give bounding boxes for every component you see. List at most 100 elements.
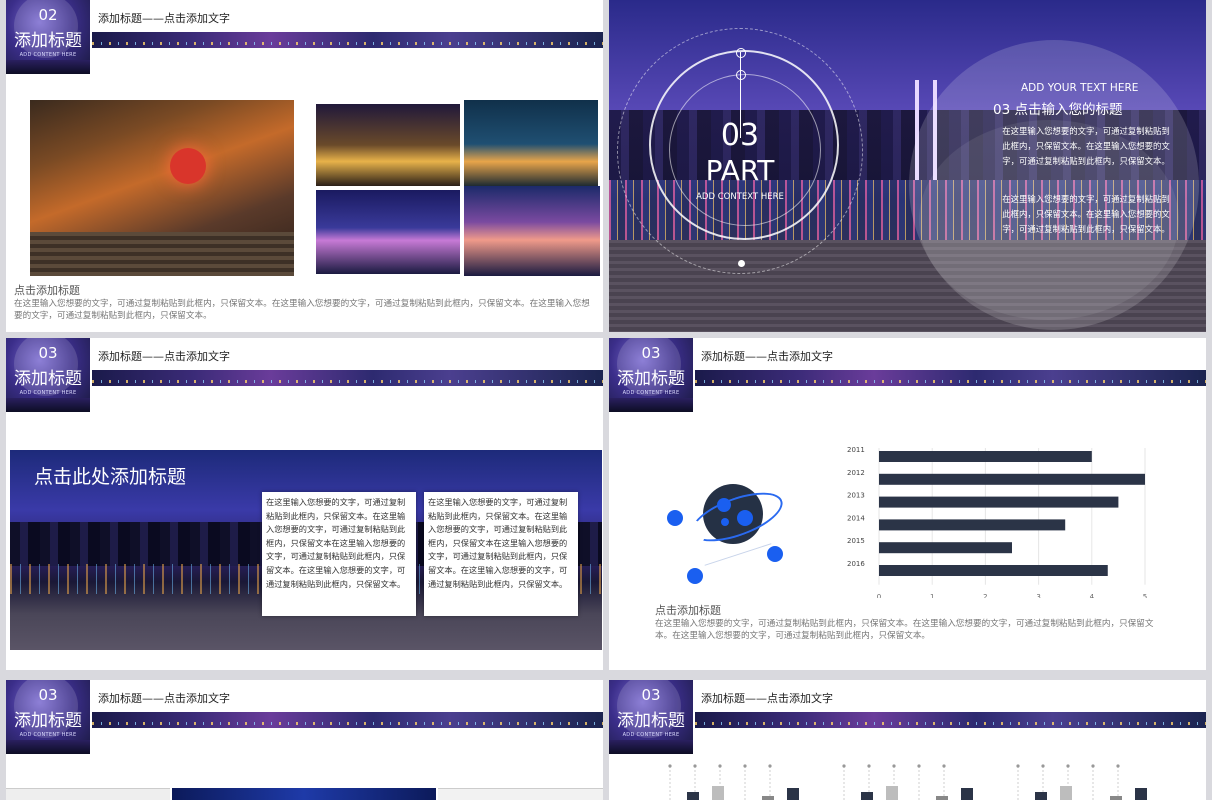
y-tick-label: 2012 (847, 469, 865, 477)
panel-right (438, 788, 603, 800)
satellite-dot (767, 546, 783, 562)
badge-number: 03 (641, 344, 661, 362)
guide-dot (1116, 764, 1120, 768)
slide-thumbnail-2[interactable]: 03 PART ADD CONTEXT HERE ADD YOUR TEXT H… (609, 0, 1206, 332)
caption-title: 点击添加标题 (14, 284, 80, 297)
satellite-dot (667, 510, 683, 526)
slide-thumbnail-6[interactable]: 03 添加标题 ADD CONTENT HERE 添加标题——点击添加文字 (609, 680, 1206, 800)
column (936, 796, 948, 800)
column (712, 786, 724, 800)
photo-tile-2 (464, 100, 598, 188)
column (1135, 788, 1147, 800)
slide-thumbnail-5[interactable]: 03 添加标题 ADD CONTENT HERE 添加标题——点击添加文字 (6, 680, 603, 800)
header-title: 添加标题——点击添加文字 (98, 350, 230, 363)
badge-number: 03 (641, 686, 661, 704)
add-text-label: ADD YOUR TEXT HERE (1021, 82, 1139, 94)
badge-city-image (6, 398, 90, 412)
header-title: 添加标题——点击添加文字 (701, 692, 833, 705)
badge-subtitle: ADD CONTENT HERE (622, 732, 680, 738)
badge-title: 添加标题 (14, 31, 82, 51)
connector-line (704, 543, 772, 566)
section-badge: 03 添加标题 ADD CONTENT HERE (609, 680, 693, 754)
planet-spot (737, 510, 753, 526)
text-card: 在这里输入您想要的文字，可通过复制粘贴到此框内，只保留文本。在这里输入您想要的文… (424, 492, 578, 616)
badge-city-image (609, 740, 693, 754)
guide-dot (867, 764, 871, 768)
slide-heading: 点击此处添加标题 (34, 466, 187, 488)
guide-dot (1091, 764, 1095, 768)
column (762, 796, 774, 800)
column (961, 788, 973, 800)
header-title: 添加标题——点击添加文字 (98, 692, 230, 705)
column (787, 788, 799, 800)
section-badge: 03 添加标题 ADD CONTENT HERE (6, 680, 90, 754)
bar (879, 473, 1145, 485)
x-tick-label: 2 (983, 593, 987, 598)
part-context: ADD CONTEXT HERE (696, 192, 784, 202)
photo-tile-4 (464, 186, 600, 276)
main-photo (30, 100, 294, 276)
bar (879, 451, 1092, 462)
column (886, 786, 898, 800)
y-tick-label: 2015 (847, 537, 865, 545)
y-tick-label: 2013 (847, 492, 865, 500)
guide-dot (842, 764, 846, 768)
satellite-dot (687, 568, 703, 584)
y-tick-label: 2011 (847, 446, 865, 454)
ring-dot (736, 70, 746, 80)
guide-dot (768, 764, 772, 768)
section-badge: 03 添加标题 ADD CONTENT HERE (6, 338, 90, 412)
badge-city-image (609, 398, 693, 412)
x-tick-label: 4 (1090, 593, 1095, 598)
header-title: 添加标题——点击添加文字 (701, 350, 833, 363)
guide-dot (892, 764, 896, 768)
red-lantern (170, 148, 206, 184)
header-city-strip (695, 712, 1206, 728)
planet-spot (721, 518, 729, 526)
guide-dot (668, 764, 672, 768)
x-tick-label: 3 (1036, 593, 1040, 598)
guide-dot (942, 764, 946, 768)
header-city-strip (92, 370, 603, 386)
bar-chart: 0 1 2 3 4 5 2011 2012 2013 2014 2015 2016 (847, 446, 1147, 598)
slide-thumbnail-3[interactable]: 03 添加标题 ADD CONTENT HERE 添加标题——点击添加文字 点击… (6, 338, 603, 670)
slide-thumbnail-1[interactable]: 02 添加标题 ADD CONTENT HERE 添加标题——点击添加文字 点击… (6, 0, 603, 332)
guide-dot (917, 764, 921, 768)
caption-body: 在这里输入您想要的文字，可通过复制粘贴到此框内，只保留文本。在这里输入您想要的文… (14, 299, 590, 321)
guide-dot (1041, 764, 1045, 768)
badge-number: 02 (38, 6, 58, 24)
badge-title: 添加标题 (14, 369, 82, 389)
photo-tile-1 (316, 104, 460, 186)
badge-number: 03 (38, 686, 58, 704)
badge-city-image (6, 60, 90, 74)
x-tick-label: 0 (877, 593, 881, 598)
badge-title: 添加标题 (617, 369, 685, 389)
paragraph: 在这里输入您想要的文字，可通过复制粘贴到此框内，只保留文本。在这里输入您想要的文… (1002, 126, 1170, 166)
header-city-strip (92, 712, 603, 728)
ring-dot (736, 48, 746, 58)
badge-title: 添加标题 (14, 711, 82, 731)
badge-subtitle: ADD CONTENT HERE (622, 390, 680, 396)
badge-city-image (6, 740, 90, 754)
column (1110, 796, 1122, 800)
badge-number: 03 (38, 344, 58, 362)
bar (879, 519, 1066, 531)
guide-dot (743, 764, 747, 768)
stairs (30, 232, 294, 276)
photo-strip (172, 788, 436, 800)
column (1035, 792, 1047, 800)
section-heading: 03 点击输入您的标题 (993, 102, 1123, 118)
photo-tile-3 (316, 190, 460, 274)
badge-subtitle: ADD CONTENT HERE (19, 52, 77, 58)
column (861, 792, 873, 800)
guide-dot (1016, 764, 1020, 768)
column-chart-fragment (668, 764, 1147, 800)
planet-spot (717, 498, 731, 512)
ring-dot (738, 260, 745, 267)
slide-thumbnail-4[interactable]: 03 添加标题 ADD CONTENT HERE 添加标题——点击添加文字 0 1… (609, 338, 1206, 670)
guide-dot (693, 764, 697, 768)
guide-dot (1066, 764, 1070, 768)
header-city-strip (92, 32, 603, 48)
section-badge: 02 添加标题 ADD CONTENT HERE (6, 0, 90, 74)
badge-subtitle: ADD CONTENT HERE (19, 732, 77, 738)
